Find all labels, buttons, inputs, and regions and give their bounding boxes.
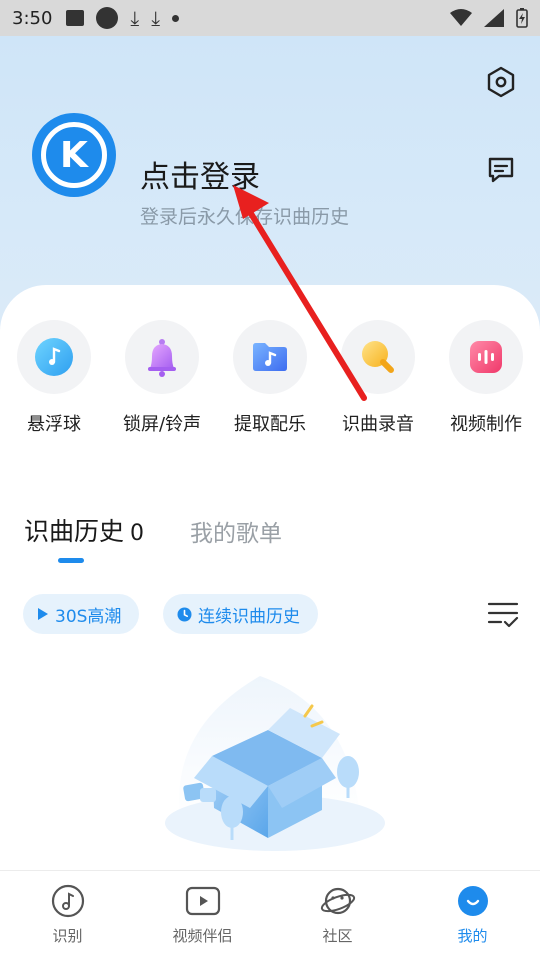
login-subtitle: 登录后永久保存识曲历史 (140, 206, 350, 228)
video-icon (185, 883, 221, 919)
tools-row: 悬浮球 锁屏/铃声 提取配乐 识曲录音 视频制作 (0, 318, 540, 438)
chip-30s-highlight[interactable]: 30S高潮 (23, 594, 140, 634)
bell-icon (148, 339, 176, 377)
chip-continuous-history[interactable]: 连续识曲历史 (163, 594, 318, 634)
nav-community[interactable]: 社区 (270, 883, 405, 946)
tool-ringtone[interactable]: 锁屏/铃声 (108, 318, 216, 436)
folder-music-icon (253, 343, 287, 371)
message-icon (488, 157, 514, 183)
profile-active-icon (455, 883, 491, 919)
nav-label: 我的 (457, 927, 488, 945)
tool-recording[interactable]: 识曲录音 (324, 318, 432, 436)
tool-label: 悬浮球 (27, 414, 81, 435)
floating-ball-icon (35, 338, 73, 376)
wifi-icon (450, 9, 472, 26)
tab-recognition-history[interactable]: 识曲历史 0 (24, 512, 144, 548)
tool-label: 锁屏/铃声 (122, 414, 202, 435)
battery-icon (516, 8, 528, 28)
nav-recognize[interactable]: 识别 (0, 883, 135, 946)
nav-mine[interactable]: 我的 (405, 883, 540, 946)
tool-icon-circle (449, 320, 523, 394)
tool-video-making[interactable]: 视频制作 (432, 318, 540, 436)
chip-label: 连续识曲历史 (198, 606, 300, 627)
image-notification-icon (66, 10, 85, 26)
tool-icon-circle (341, 320, 415, 394)
music-disc-icon (50, 883, 86, 919)
nav-label: 视频伴侣 (172, 927, 233, 945)
tab-label: 识曲历史 (24, 517, 125, 546)
message-button[interactable] (481, 150, 521, 190)
tool-icon-circle (125, 320, 199, 394)
bulb-icon (362, 341, 394, 373)
edit-list-button[interactable] (486, 598, 520, 632)
tool-label: 识曲录音 (342, 414, 414, 435)
video-make-icon (470, 341, 502, 373)
avatar-letter: K (60, 134, 88, 176)
tool-label: 视频制作 (450, 414, 522, 435)
tool-icon-circle (233, 320, 307, 394)
play-icon (37, 607, 49, 621)
download-icon: ⤓ (151, 6, 161, 30)
nav-label: 识别 (52, 927, 83, 945)
tool-label: 提取配乐 (234, 414, 306, 435)
more-notifications-icon (172, 14, 180, 22)
list-check-icon (487, 602, 519, 628)
signal-icon (484, 9, 504, 27)
tool-floating-ball[interactable]: 悬浮球 (0, 318, 108, 436)
status-system-icons (450, 8, 528, 28)
tab-count: 0 (130, 521, 145, 546)
settings-button[interactable] (481, 62, 521, 102)
status-bar: 3:50 ⤓ ⤓ (0, 0, 540, 36)
planet-icon (320, 883, 356, 919)
tool-icon-circle (17, 320, 91, 394)
circle-notification-icon (96, 7, 119, 29)
tool-extract-music[interactable]: 提取配乐 (216, 318, 324, 436)
status-notification-icons: ⤓ ⤓ (66, 6, 180, 30)
bottom-navigation: 识别 视频伴侣 社区 我的 (0, 870, 540, 960)
avatar[interactable]: K (32, 113, 116, 197)
login-title[interactable]: 点击登录 (140, 152, 260, 196)
tab-my-playlist[interactable]: 我的歌单 (190, 514, 282, 548)
clock-icon (177, 607, 192, 622)
kugou-logo-icon: K (41, 122, 107, 188)
nav-video-companion[interactable]: 视频伴侣 (135, 883, 270, 946)
hexagon-settings-icon (487, 66, 515, 98)
status-time: 3:50 (12, 7, 53, 29)
chip-label: 30S高潮 (55, 606, 122, 627)
download-icon: ⤓ (130, 6, 140, 30)
empty-box-illustration (165, 676, 385, 851)
tab-indicator (58, 558, 84, 563)
nav-label: 社区 (322, 927, 353, 945)
